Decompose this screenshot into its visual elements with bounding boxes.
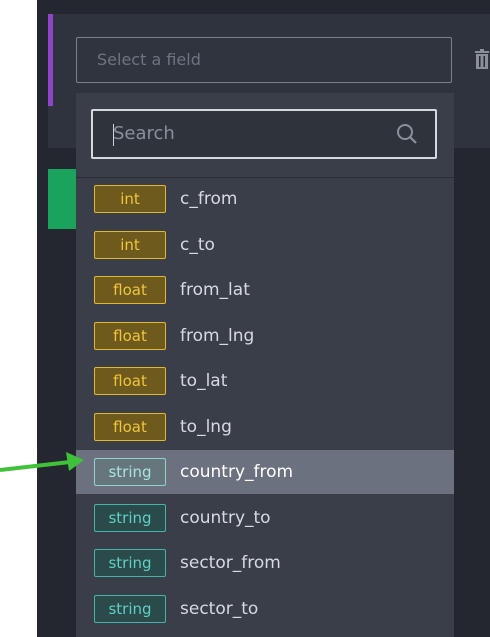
type-badge: float [94,367,166,395]
search-input[interactable]: Search [91,109,437,159]
type-badge: int [94,185,166,213]
type-badge: string [94,503,166,532]
field-option[interactable]: float from_lng [76,314,454,358]
field-option-label: c_from [180,189,238,209]
field-dropdown: Search int c_from int c_to float from_lat floa… [76,93,454,637]
text-cursor [113,124,114,146]
field-option-label: to_lat [180,371,228,391]
field-select[interactable]: Select a field [76,37,452,83]
search-icon [397,124,417,144]
field-select-placeholder: Select a field [97,50,201,69]
field-option-label: to_lng [180,416,232,437]
field-option-label: from_lat [180,280,250,300]
field-option-label: from_lng [180,325,255,346]
type-badge: string [94,549,166,577]
field-option-label: c_to [180,234,215,255]
field-option[interactable]: int c_from [76,177,454,221]
trash-icon[interactable] [474,48,490,70]
field-option-label: country_from [180,462,294,482]
annotation-arrow-icon [0,452,84,472]
type-badge: int [94,230,166,259]
field-option-label: sector_from [180,553,281,573]
type-badge: float [94,321,166,350]
field-option[interactable]: int c_to [76,223,454,267]
layer-color-swatch[interactable] [48,169,78,229]
field-option-label: sector_to [180,598,259,619]
field-option[interactable]: string country_from [76,450,454,494]
field-option[interactable]: float to_lng [76,405,454,449]
field-option[interactable]: string sector_from [76,541,454,585]
search-section: Search [76,93,454,178]
type-badge: float [94,412,166,441]
type-badge: string [94,458,166,486]
field-option[interactable]: float from_lat [76,268,454,312]
field-option[interactable]: string country_to [76,496,454,540]
search-placeholder: Search [113,123,175,144]
type-badge: string [94,594,166,623]
field-option[interactable]: float to_lat [76,359,454,403]
field-option-label: country_to [180,507,271,528]
field-option[interactable]: string sector_to [76,587,454,631]
layer-color-bar [48,14,53,106]
type-badge: float [94,276,166,304]
